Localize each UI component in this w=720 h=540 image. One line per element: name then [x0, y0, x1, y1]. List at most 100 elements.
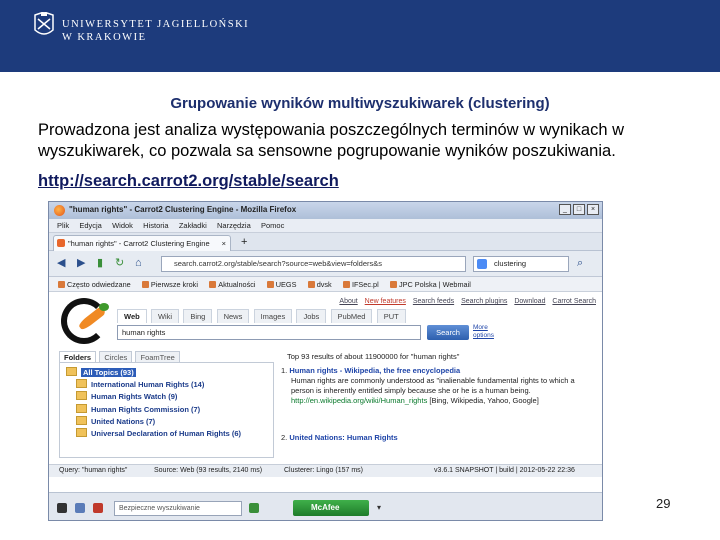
tab-jobs[interactable]: Jobs [296, 309, 327, 323]
result-number: 2. [281, 433, 288, 442]
addon-icon[interactable] [75, 503, 85, 513]
results-header: Top 93 results of about 11900000 for "hu… [287, 352, 460, 361]
bookmark-item[interactable]: Pierwsze kroki [142, 277, 198, 292]
search-engine-query: clustering [494, 259, 527, 268]
folder-item[interactable]: Human Rights Watch (9) [76, 391, 273, 403]
status-source: Source: Web (93 results, 2140 ms) [154, 467, 263, 474]
back-icon[interactable]: ◀ [57, 257, 65, 269]
new-tab-button[interactable]: + [241, 236, 247, 248]
link-about[interactable]: About [339, 298, 357, 305]
university-header: UNIWERSYTET JAGIELLOŃSKI W KRAKOWIE [0, 0, 720, 72]
menu-pomoc[interactable]: Pomoc [261, 219, 284, 233]
dropdown-arrow-icon[interactable]: ▾ [377, 502, 381, 514]
tab-close-icon[interactable]: × [222, 236, 226, 251]
cluster-folders: All Topics (93) International Human Righ… [59, 362, 274, 458]
mcafee-button[interactable]: McAfee [293, 500, 369, 516]
page-number: 29 [656, 496, 671, 511]
shield-icon[interactable] [93, 503, 103, 513]
university-line-1: UNIWERSYTET JAGIELLOŃSKI [62, 19, 250, 30]
link-search-plugins[interactable]: Search plugins [461, 298, 507, 305]
safe-search-field[interactable]: Bezpieczne wyszukiwanie [114, 501, 242, 516]
bookmarks-bar: Często odwiedzane Pierwsze kroki Aktualn… [49, 277, 602, 292]
window-titlebar: "human rights" - Carrot2 Clustering Engi… [49, 202, 602, 219]
tab-web[interactable]: Web [117, 309, 147, 323]
status-version: v3.6.1 SNAPSHOT | build | 2012-05-22 22:… [434, 467, 575, 474]
tab-bing[interactable]: Bing [183, 309, 213, 323]
search-go-icon[interactable]: ⌕ [577, 257, 583, 269]
menu-narzedzia[interactable]: Narzędzia [217, 219, 251, 233]
query-input[interactable]: human rights [117, 325, 421, 340]
more-options-link[interactable]: More options [473, 324, 507, 340]
menu-zakladki[interactable]: Zakładki [179, 219, 207, 233]
result-item: 2. United Nations: Human Rights [281, 433, 599, 443]
bookmark-item[interactable]: UEGS [267, 277, 297, 292]
folder-label: All Topics (93) [81, 368, 136, 377]
bookmark-item[interactable]: Aktualności [209, 277, 255, 292]
bookmark-item[interactable]: IFSec.pl [343, 277, 379, 292]
tab-bar: "human rights" - Carrot2 Clustering Engi… [49, 233, 602, 251]
tab-images[interactable]: Images [253, 309, 293, 323]
tab-put[interactable]: PUT [376, 309, 406, 323]
result-number: 1. [281, 366, 288, 375]
tab-foamtree[interactable]: FoamTree [135, 351, 180, 362]
close-window-button[interactable]: × [587, 204, 599, 215]
menu-plik[interactable]: Plik [57, 219, 69, 233]
folder-item[interactable]: International Human Rights (14) [76, 379, 273, 391]
signal-icon: ▮ [97, 257, 104, 269]
top-links: About New features Search feeds Search p… [334, 298, 596, 305]
menu-edycja[interactable]: Edycja [79, 219, 102, 233]
carrot2-link[interactable]: http://search.carrot2.org/stable/search [38, 172, 339, 191]
link-new-features[interactable]: New features [365, 298, 406, 305]
addon-bar: Bezpieczne wyszukiwanie McAfee ▾ [49, 492, 602, 520]
folder-label: United Nations (7) [91, 416, 156, 426]
university-line-2: W KRAKOWIE [62, 32, 147, 43]
google-icon [477, 259, 487, 269]
tab-wiki[interactable]: Wiki [150, 309, 180, 323]
status-bar: Query: "human rights" Source: Web (93 re… [49, 464, 602, 477]
tab-label: "human rights" - Carrot2 Clustering Engi… [68, 239, 210, 248]
tab-pubmed[interactable]: PubMed [330, 309, 373, 323]
folder-label: Human Rights Commission (7) [91, 404, 201, 414]
folder-item[interactable]: All Topics (93) [66, 367, 273, 379]
tab-circles[interactable]: Circles [99, 351, 133, 362]
view-tabs: Folders Circles FoamTree [59, 351, 181, 362]
home-icon[interactable]: ⌂ [135, 257, 142, 269]
refresh-icon[interactable]: ↻ [115, 257, 124, 269]
folder-item[interactable]: Universal Declaration of Human Rights (6… [76, 428, 273, 440]
folder-item[interactable]: United Nations (7) [76, 416, 273, 428]
slide-title: Grupowanie wyników multiwyszukiwarek (cl… [170, 95, 550, 112]
carrot-leaf-icon [99, 303, 109, 311]
menu-widok[interactable]: Widok [112, 219, 133, 233]
result-title[interactable]: United Nations: Human Rights [289, 433, 397, 442]
link-search-feeds[interactable]: Search feeds [413, 298, 454, 305]
folder-label: Universal Declaration of Human Rights (6… [91, 428, 242, 438]
carrot2-page: About New features Search feeds Search p… [49, 292, 602, 492]
result-sources: [Bing, Wikipedia, Yahoo, Google] [429, 396, 539, 405]
link-carrot-search[interactable]: Carrot Search [552, 298, 596, 305]
bookmark-item[interactable]: JPC Polska | Webmail [390, 277, 471, 292]
forward-icon[interactable]: ▶ [77, 257, 85, 269]
folder-item[interactable]: Human Rights Commission (7) [76, 404, 273, 416]
minimize-button[interactable]: _ [559, 204, 571, 215]
source-tabs: Web Wiki Bing News Images Jobs PubMed PU… [117, 309, 408, 323]
status-clusterer: Clusterer: Lingo (157 ms) [284, 467, 363, 474]
tab-news[interactable]: News [216, 309, 250, 323]
navigation-bar: ◀ ▶ ▮ ↻ ⌂ search.carrot2.org/stable/sear… [49, 251, 602, 277]
bookmark-item[interactable]: Często odwiedzane [58, 277, 131, 292]
url-bar[interactable]: search.carrot2.org/stable/search?source=… [161, 256, 466, 272]
result-item: 1. Human rights - Wikipedia, the free en… [281, 366, 599, 406]
bookmark-item[interactable]: dvsk [308, 277, 332, 292]
status-query: Query: "human rights" [59, 467, 128, 474]
search-engine-box[interactable]: clustering [473, 256, 569, 272]
result-url[interactable]: http://en.wikipedia.org/wiki/Human_right… [291, 396, 427, 405]
link-download[interactable]: Download [514, 298, 545, 305]
browser-tab[interactable]: "human rights" - Carrot2 Clustering Engi… [53, 235, 231, 251]
search-button[interactable]: Search [427, 325, 469, 340]
go-icon[interactable] [249, 503, 259, 513]
tab-folders[interactable]: Folders [59, 351, 97, 362]
close-findbar-icon[interactable] [57, 503, 67, 513]
folder-label: International Human Rights (14) [91, 380, 205, 390]
result-title[interactable]: Human rights - Wikipedia, the free encyc… [289, 366, 460, 375]
maximize-button[interactable]: □ [573, 204, 585, 215]
menu-historia[interactable]: Historia [143, 219, 168, 233]
